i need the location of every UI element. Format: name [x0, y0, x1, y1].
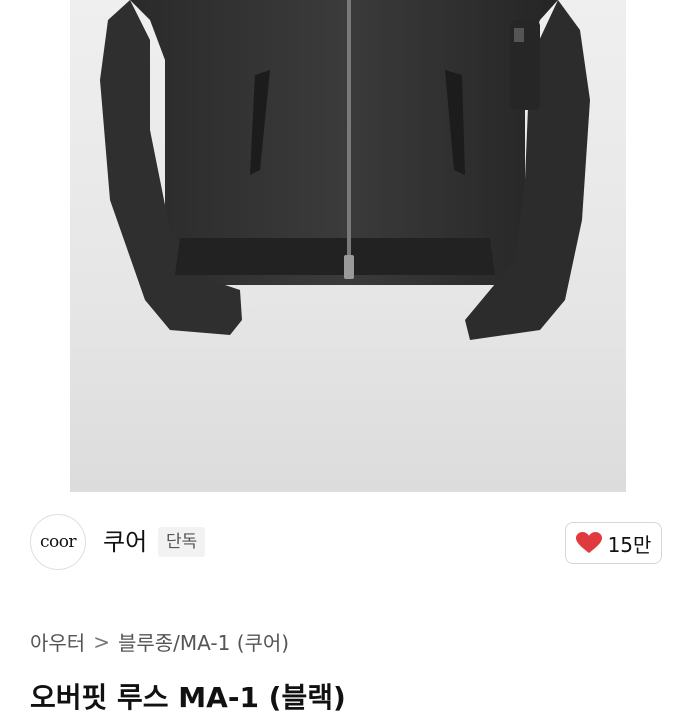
like-button[interactable]: 15만 — [565, 522, 662, 564]
brand-logo[interactable]: coor — [30, 514, 86, 570]
breadcrumb: 아우터 > 블루종/MA-1 (쿠어) — [30, 627, 289, 656]
chevron-right-icon: > — [93, 629, 110, 654]
jacket-illustration — [100, 0, 590, 340]
product-photo[interactable] — [70, 0, 626, 492]
product-image-area[interactable] — [0, 0, 695, 492]
breadcrumb-category[interactable]: 아우터 — [30, 627, 85, 656]
brand-logo-text: coor — [39, 532, 77, 552]
brand-row: coor 쿠어 단독 15만 — [0, 512, 695, 576]
like-count: 15만 — [607, 532, 652, 557]
heart-icon — [575, 532, 602, 553]
product-title: 오버핏 루스 MA-1 (블랙) — [30, 681, 346, 714]
breadcrumb-subcategory[interactable]: 블루종/MA-1 (쿠어) — [118, 627, 289, 656]
brand-name[interactable]: 쿠어 — [103, 525, 147, 559]
exclusive-badge: 단독 — [158, 527, 206, 557]
